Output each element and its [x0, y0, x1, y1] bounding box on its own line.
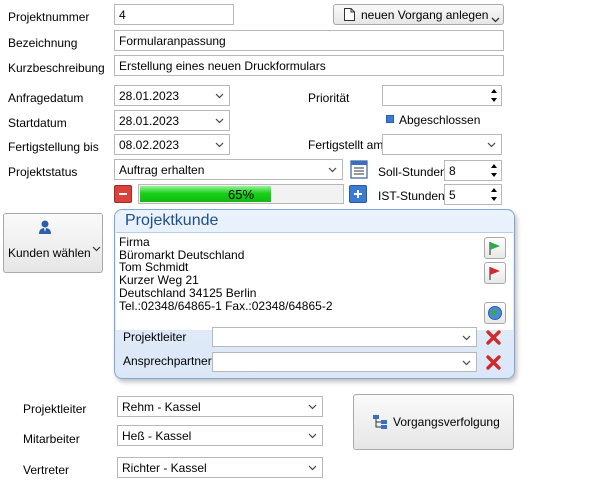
minus-icon: [119, 193, 127, 195]
startdatum-datepicker[interactable]: 28.01.2023: [114, 110, 230, 131]
chevron-down-icon: [491, 12, 500, 26]
mitarbeiter-label: Mitarbeiter: [23, 432, 80, 446]
flag-red-button[interactable]: [484, 262, 506, 284]
fertigstellung-bis-value: 08.02.2023: [119, 138, 180, 152]
address-line: Tel.:02348/64865-1 Fax.:02348/64865-2: [119, 298, 333, 313]
prioritaet-label: Priorität: [308, 91, 350, 105]
chevron-down-icon[interactable]: [302, 426, 322, 445]
globe-icon: [488, 306, 502, 320]
green-flag-icon: [489, 242, 500, 255]
chevron-down-icon[interactable]: [322, 160, 342, 179]
globe-button[interactable]: [484, 302, 506, 324]
chevron-down-icon[interactable]: [481, 135, 501, 154]
tracking-button-label: Vorgangsverfolgung: [393, 415, 500, 429]
chevron-down-icon[interactable]: [209, 135, 229, 154]
spin-arrows-icon[interactable]: [489, 87, 499, 104]
mitarbeiter-value: Heß - Kassel: [122, 429, 192, 443]
fertigstellung-bis-datepicker[interactable]: 08.02.2023: [114, 134, 230, 155]
customer-address-box: Firma Büromarkt Deutschland Tom Schmidt …: [116, 232, 513, 330]
kurzbeschreibung-input[interactable]: Erstellung eines neuen Druckformulars: [114, 55, 504, 76]
red-flag-icon: [489, 267, 500, 280]
delete-x-icon: [486, 355, 501, 370]
projektstatus-value: Auftrag erhalten: [119, 163, 205, 177]
startdatum-value: 28.01.2023: [119, 114, 180, 128]
kurzbeschreibung-label: Kurzbeschreibung: [8, 61, 105, 75]
projektleiter-value: Rehm - Kassel: [122, 400, 201, 414]
panel-projektleiter-select[interactable]: [212, 327, 477, 347]
panel-ansprechpartner-select[interactable]: [212, 352, 477, 372]
flag-green-button[interactable]: [484, 237, 506, 259]
clear-projektleiter-button[interactable]: [484, 328, 503, 347]
vertreter-label: Vertreter: [23, 463, 70, 477]
projektleiter-label: Projektleiter: [23, 402, 87, 416]
progress-text: 65%: [227, 187, 255, 202]
project-customer-panel: Projektkunde Firma Büromarkt Deutschland…: [114, 209, 515, 379]
prioritaet-stepper[interactable]: [382, 85, 502, 106]
mitarbeiter-select[interactable]: Heß - Kassel: [117, 425, 323, 446]
fertigstellung-bis-label: Fertigstellung bis: [8, 140, 99, 154]
soll-stunden-label: Soll-Stunden: [378, 165, 447, 179]
ist-stunden-stepper[interactable]: 5: [444, 184, 502, 205]
bezeichnung-label: Bezeichnung: [8, 36, 78, 50]
panel-title: Projektkunde: [125, 212, 219, 229]
abgeschlossen-checkbox[interactable]: [386, 115, 394, 123]
address-line: Kurzer Weg 21: [119, 273, 199, 288]
progress-bar: 65%: [138, 184, 344, 204]
panel-projektleiter-label: Projektleiter: [123, 330, 187, 344]
projektstatus-label: Projektstatus: [8, 165, 78, 179]
startdatum-label: Startdatum: [8, 116, 67, 130]
delete-x-icon: [486, 330, 501, 345]
fertiggestellt-am-label: Fertigstellt am: [308, 138, 384, 152]
vertreter-select[interactable]: Richter - Kassel: [117, 457, 323, 478]
soll-stunden-stepper[interactable]: 8: [444, 160, 502, 181]
customer-icon: [37, 219, 53, 238]
projektnummer-label: Projektnummer: [8, 10, 90, 24]
calendar-list-icon[interactable]: [349, 159, 370, 180]
clear-ansprechpartner-button[interactable]: [484, 353, 503, 372]
soll-stunden-value: 8: [449, 164, 456, 178]
chevron-down-icon[interactable]: [456, 353, 476, 371]
address-line: Deutschland 34125 Berlin: [119, 285, 257, 300]
customer-address: Firma Büromarkt Deutschland Tom Schmidt …: [119, 236, 333, 312]
tracking-button[interactable]: Vorgangsverfolgung: [353, 394, 514, 450]
workflow-icon: [372, 414, 388, 433]
chevron-down-icon: [92, 241, 101, 255]
decrease-progress-button[interactable]: [114, 185, 132, 203]
panel-ansprechpartner-label: Ansprechpartner: [123, 354, 212, 368]
new-case-button[interactable]: neuen Vorgang anlegen: [333, 4, 504, 25]
chevron-down-icon[interactable]: [209, 86, 229, 105]
chevron-down-icon[interactable]: [302, 458, 322, 477]
new-case-button-label: neuen Vorgang anlegen: [361, 8, 489, 22]
fertiggestellt-am-datepicker[interactable]: [382, 134, 502, 155]
chevron-down-icon[interactable]: [302, 397, 322, 416]
projektleiter-select[interactable]: Rehm - Kassel: [117, 396, 323, 417]
projektstatus-select[interactable]: Auftrag erhalten: [114, 159, 343, 180]
anfragedatum-label: Anfragedatum: [8, 91, 84, 105]
choose-customer-label: Kunden wählen: [8, 246, 91, 260]
vertreter-value: Richter - Kassel: [122, 461, 207, 475]
abgeschlossen-label: Abgeschlossen: [399, 113, 481, 127]
address-line: Firma: [119, 235, 150, 249]
anfragedatum-datepicker[interactable]: 28.01.2023: [114, 85, 230, 106]
choose-customer-button[interactable]: Kunden wählen: [3, 213, 103, 273]
bezeichnung-input[interactable]: Formularanpassung: [114, 30, 504, 51]
spin-arrows-icon[interactable]: [489, 186, 499, 203]
chevron-down-icon[interactable]: [456, 328, 476, 346]
chevron-down-icon[interactable]: [209, 111, 229, 130]
increase-progress-button[interactable]: [349, 185, 367, 203]
document-icon: [344, 8, 355, 24]
spin-arrows-icon[interactable]: [489, 162, 499, 179]
ist-stunden-label: IST-Stunden: [378, 189, 445, 203]
projektnummer-input[interactable]: 4: [114, 4, 234, 25]
anfragedatum-value: 28.01.2023: [119, 89, 180, 103]
ist-stunden-value: 5: [449, 188, 456, 202]
